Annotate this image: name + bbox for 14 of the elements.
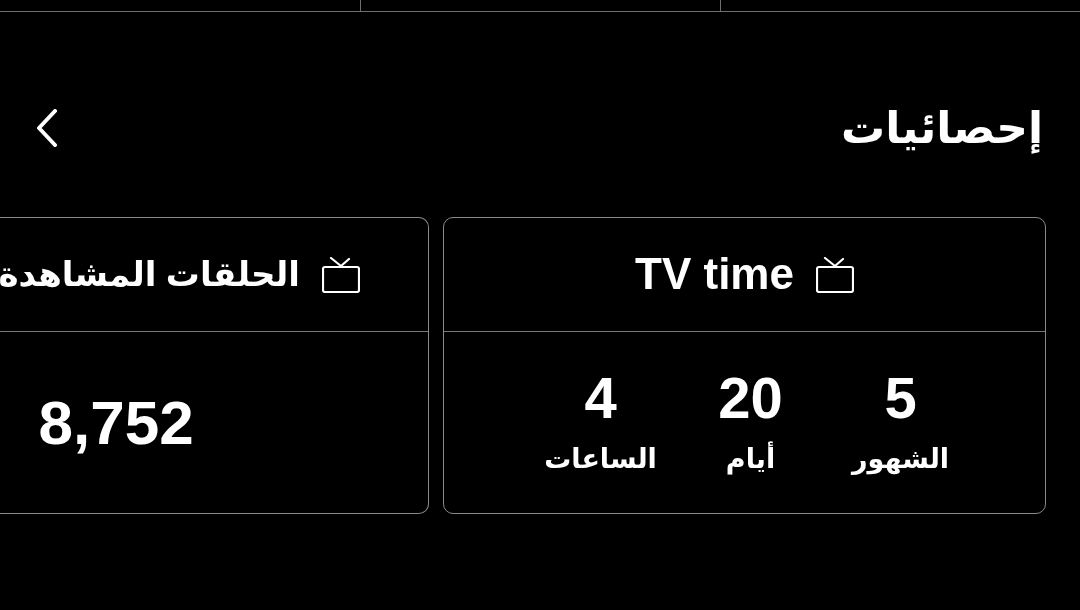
page-title: إحصائيات bbox=[841, 101, 1043, 155]
stat-unit: الشهور bbox=[851, 443, 950, 476]
stat-value: 4 bbox=[584, 369, 617, 428]
stat-value: 8,752 bbox=[38, 391, 194, 454]
stat-value: 20 bbox=[718, 369, 783, 428]
tv-icon bbox=[815, 256, 854, 293]
tv-icon bbox=[322, 256, 360, 293]
stat-unit: الساعات bbox=[544, 443, 657, 476]
stat-unit: أيام bbox=[725, 443, 776, 476]
chevron-left-icon bbox=[35, 109, 59, 147]
card-title: الحلقات المشاهدة bbox=[0, 254, 300, 295]
card-title: TV time bbox=[635, 248, 794, 301]
back-button[interactable] bbox=[35, 109, 59, 147]
stat-value: 5 bbox=[884, 369, 917, 428]
